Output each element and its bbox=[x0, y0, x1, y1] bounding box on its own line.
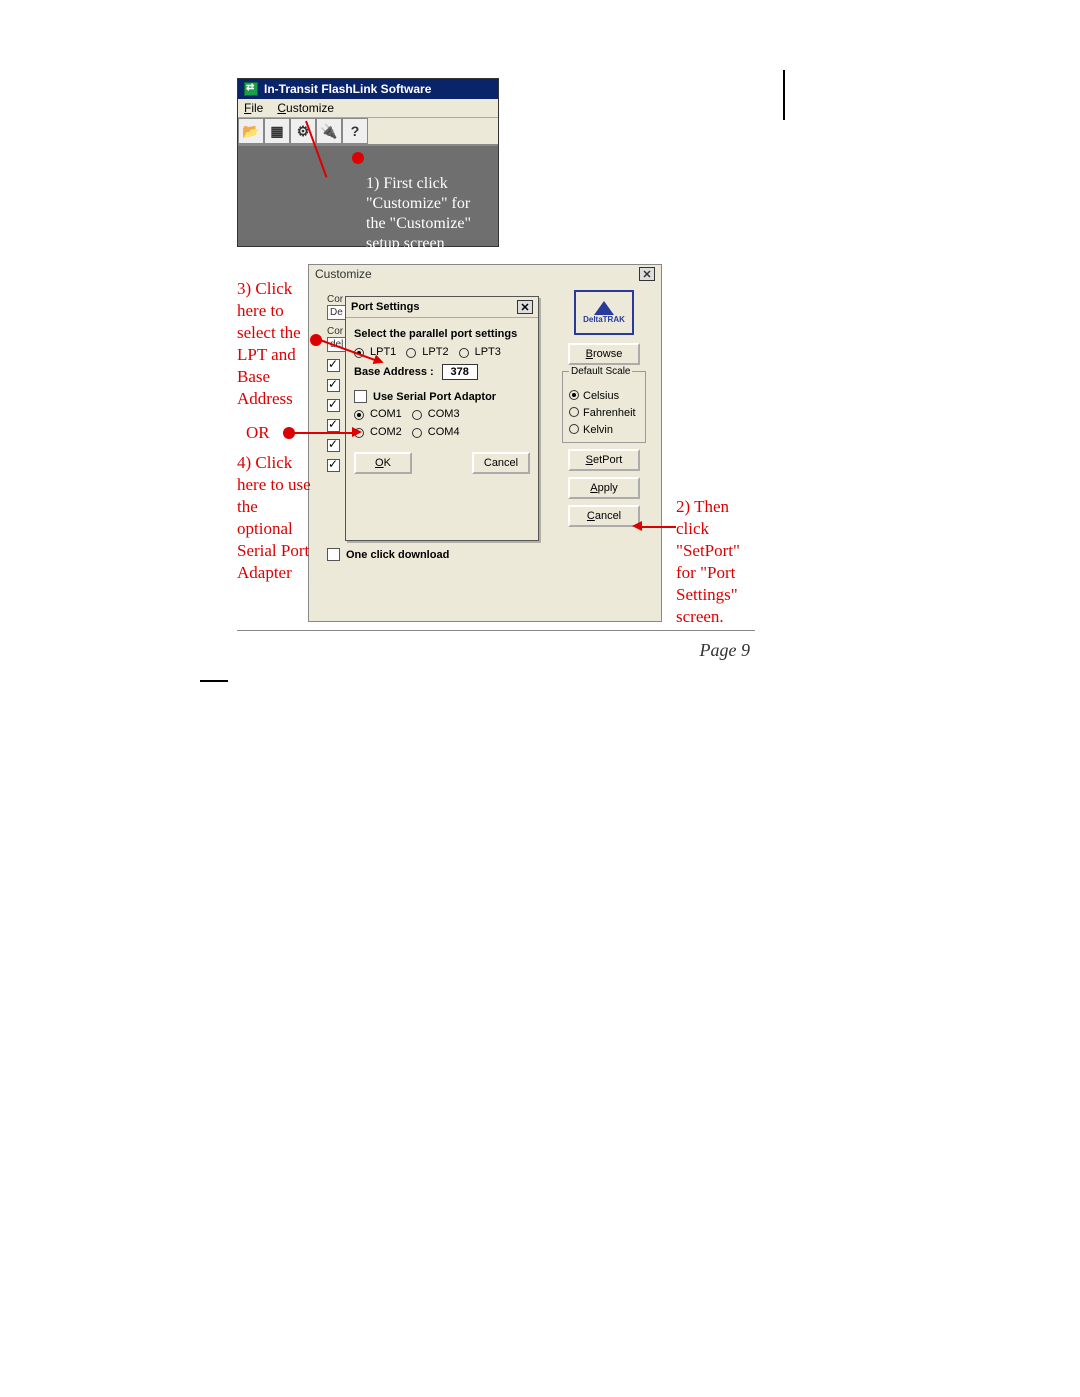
label-com1: COM1 bbox=[370, 408, 402, 420]
radio-com4[interactable] bbox=[412, 428, 422, 438]
serial-adaptor-checkbox[interactable] bbox=[354, 390, 367, 403]
page-number: Page 9 bbox=[700, 640, 750, 661]
titlebar: In-Transit FlashLink Software bbox=[238, 79, 498, 99]
label-com4: COM4 bbox=[428, 426, 460, 438]
base-address-input[interactable]: 378 bbox=[442, 364, 478, 380]
port-settings-titlebar: Port Settings ✕ bbox=[346, 297, 538, 318]
default-scale-fieldset: Default Scale Celsius Fahrenheit Kelvin bbox=[562, 371, 646, 443]
one-click-checkbox[interactable] bbox=[327, 548, 340, 561]
one-click-row: One click download bbox=[327, 548, 449, 561]
toolbar-grid-icon[interactable]: ▦ bbox=[264, 118, 290, 144]
footer-rule bbox=[237, 630, 755, 631]
toolbar-open-icon[interactable]: 📂 bbox=[238, 118, 264, 144]
base-address-label: Base Address : bbox=[354, 366, 434, 378]
callout-or-text: OR bbox=[246, 422, 270, 444]
checkbox-2[interactable] bbox=[327, 379, 340, 392]
label-lpt3: LPT3 bbox=[475, 346, 501, 358]
callout-or-line bbox=[293, 432, 355, 434]
checkbox-4[interactable] bbox=[327, 419, 340, 432]
radio-lpt3[interactable] bbox=[459, 348, 469, 358]
app-title: In-Transit FlashLink Software bbox=[264, 82, 431, 96]
callout-2-arrow-icon bbox=[632, 521, 642, 531]
checkbox-5[interactable] bbox=[327, 439, 340, 452]
radio-kelvin[interactable] bbox=[569, 424, 579, 434]
port-settings-dialog: Port Settings ✕ Select the parallel port… bbox=[345, 296, 539, 541]
menu-file[interactable]: File bbox=[244, 101, 263, 115]
customize-right-panel: DeltaTRAK Browse Default Scale Celsius F… bbox=[559, 290, 649, 533]
radio-celsius[interactable] bbox=[569, 390, 579, 400]
checkbox-3[interactable] bbox=[327, 399, 340, 412]
radio-fahrenheit[interactable] bbox=[569, 407, 579, 417]
com-row-2: COM2 COM4 bbox=[354, 426, 530, 438]
small-rule bbox=[200, 680, 228, 682]
radio-com1[interactable] bbox=[354, 410, 364, 420]
checkbox-1[interactable] bbox=[327, 359, 340, 372]
port-close-icon[interactable]: ✕ bbox=[517, 300, 533, 314]
toolbar-connect-icon[interactable]: 🔌 bbox=[316, 118, 342, 144]
callout-1-dot bbox=[352, 152, 364, 164]
menubar: File Customize bbox=[238, 99, 498, 118]
port-cancel-button[interactable]: Cancel bbox=[472, 452, 530, 474]
customize-title: Customize bbox=[315, 267, 372, 281]
close-icon[interactable]: ✕ bbox=[639, 267, 655, 281]
default-scale-legend: Default Scale bbox=[569, 366, 632, 377]
customize-titlebar: Customize ✕ bbox=[309, 265, 661, 285]
label-kelvin: Kelvin bbox=[583, 424, 613, 436]
menu-customize[interactable]: Customize bbox=[277, 101, 334, 115]
label-celsius: Celsius bbox=[583, 390, 619, 402]
callout-2-line bbox=[640, 526, 676, 528]
toolbar-help-icon[interactable]: ? bbox=[342, 118, 368, 144]
port-settings-title: Port Settings bbox=[351, 301, 419, 313]
callout-2-text: 2) Then click "SetPort" for "Port Settin… bbox=[676, 496, 756, 629]
serial-adaptor-label: Use Serial Port Adaptor bbox=[373, 391, 496, 403]
label-com3: COM3 bbox=[428, 408, 460, 420]
port-settings-body: Select the parallel port settings LPT1 L… bbox=[346, 318, 538, 480]
deltatrak-logo: DeltaTRAK bbox=[574, 290, 634, 335]
header-divider bbox=[783, 70, 785, 120]
browse-button[interactable]: Browse bbox=[568, 343, 640, 365]
port-ok-button[interactable]: OK bbox=[354, 452, 412, 474]
com-row-1: COM1 COM3 bbox=[354, 408, 530, 420]
setport-button[interactable]: SetPort bbox=[568, 449, 640, 471]
toolbar: 📂 ▦ ⚙ 🔌 ? bbox=[238, 118, 498, 146]
radio-com3[interactable] bbox=[412, 410, 422, 420]
checkbox-6[interactable] bbox=[327, 459, 340, 472]
callout-4-text: 4) Click here to use the optional Serial… bbox=[237, 452, 313, 585]
label-fahrenheit: Fahrenheit bbox=[583, 407, 636, 419]
radio-lpt2[interactable] bbox=[406, 348, 416, 358]
label-com2: COM2 bbox=[370, 426, 402, 438]
serial-adaptor-row: Use Serial Port Adaptor bbox=[354, 390, 530, 403]
apply-button[interactable]: Apply bbox=[568, 477, 640, 499]
deltatrak-label: DeltaTRAK bbox=[583, 315, 625, 324]
app-logo-icon bbox=[244, 82, 258, 96]
port-subtitle: Select the parallel port settings bbox=[354, 328, 530, 340]
callout-3-text: 3) Click here to select the LPT and Base… bbox=[237, 278, 309, 411]
callout-or-arrow-icon bbox=[352, 427, 362, 437]
deltatrak-triangle-icon bbox=[594, 301, 614, 315]
cancel-button[interactable]: Cancel bbox=[568, 505, 640, 527]
app-window: In-Transit FlashLink Software File Custo… bbox=[237, 78, 499, 247]
one-click-label: One click download bbox=[346, 549, 449, 561]
port-button-row: OK Cancel bbox=[354, 452, 530, 474]
callout-1-text: 1) First click "Customize" for the "Cust… bbox=[366, 174, 488, 254]
label-lpt2: LPT2 bbox=[422, 346, 448, 358]
client-area: 1) First click "Customize" for the "Cust… bbox=[238, 146, 498, 246]
